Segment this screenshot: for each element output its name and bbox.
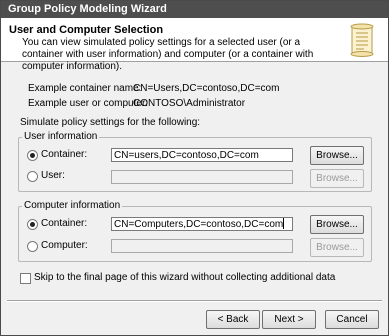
- example-container-label: Example container name:: [28, 83, 142, 94]
- user-container-browse-button[interactable]: Browse...: [310, 146, 364, 165]
- skip-label: Skip to the final page of this wizard wi…: [34, 272, 336, 283]
- computer-container-label: Container:: [41, 218, 88, 229]
- scroll-icon: [350, 23, 374, 57]
- computer-container-value: CN=Computers,DC=contoso,DC=com: [114, 219, 284, 230]
- computer-browse-button[interactable]: Browse...: [310, 238, 364, 257]
- example-container-value: CN=Users,DC=contoso,DC=com: [133, 83, 280, 94]
- page-title: User and Computer Selection: [9, 24, 164, 36]
- computer-radio[interactable]: [27, 241, 38, 252]
- example-user-value: CONTOSO\Administrator: [133, 98, 246, 109]
- next-button[interactable]: Next >: [262, 310, 316, 329]
- user-label: User:: [41, 170, 65, 181]
- title-bar[interactable]: Group Policy Modeling Wizard: [1, 1, 388, 18]
- wizard-header: User and Computer Selection You can view…: [1, 18, 388, 72]
- page-description: You can view simulated policy settings f…: [22, 37, 314, 72]
- computer-container-input[interactable]: CN=Computers,DC=contoso,DC=com: [111, 217, 293, 231]
- computer-container-browse-button[interactable]: Browse...: [310, 215, 364, 234]
- text-cursor: [283, 218, 285, 229]
- back-button[interactable]: < Back: [206, 310, 260, 329]
- simulate-label: Simulate policy settings for the followi…: [20, 117, 201, 128]
- user-container-input[interactable]: CN=users,DC=contoso,DC=com: [111, 148, 293, 162]
- computer-info-legend: Computer information: [22, 200, 123, 211]
- computer-label: Computer:: [41, 240, 88, 251]
- wizard-window: Group Policy Modeling Wizard User and Co…: [0, 0, 389, 336]
- user-browse-button[interactable]: Browse...: [310, 169, 364, 188]
- computer-container-radio[interactable]: [27, 219, 38, 230]
- user-input[interactable]: [111, 170, 293, 184]
- window-title: Group Policy Modeling Wizard: [8, 3, 167, 15]
- footer-divider: [7, 300, 382, 302]
- user-info-legend: User information: [22, 131, 100, 142]
- user-container-label: Container:: [41, 149, 88, 160]
- user-radio[interactable]: [27, 171, 38, 182]
- user-container-radio[interactable]: [27, 150, 38, 161]
- computer-input[interactable]: [111, 239, 293, 253]
- cancel-button[interactable]: Cancel: [325, 310, 379, 329]
- skip-checkbox[interactable]: [20, 273, 31, 284]
- example-user-label: Example user or computer:: [28, 98, 149, 109]
